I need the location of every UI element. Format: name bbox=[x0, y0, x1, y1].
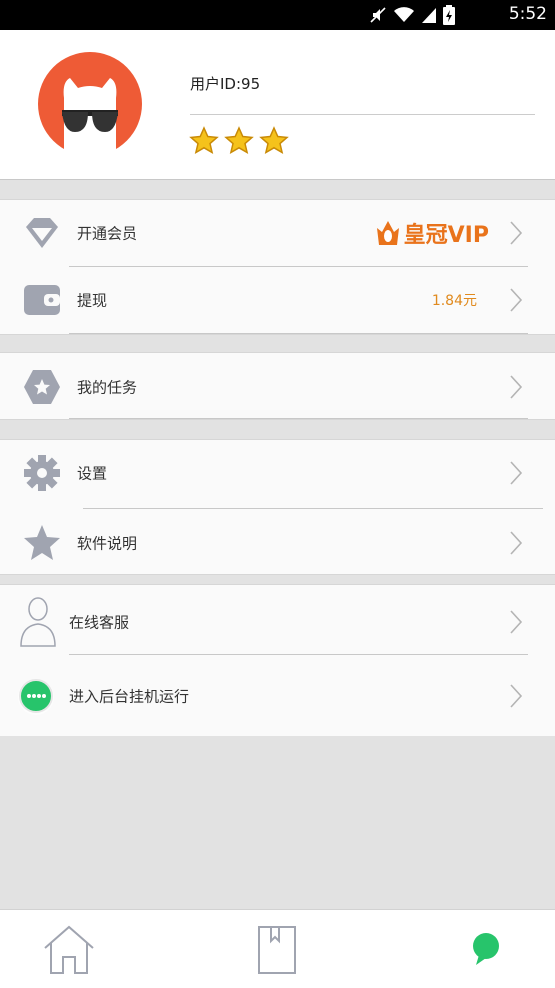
menu-group-tasks: 我的任务 bbox=[0, 352, 555, 420]
menu-item-label: 开通会员 bbox=[77, 224, 138, 243]
star-icon bbox=[259, 126, 289, 155]
tab-bookmark[interactable] bbox=[222, 910, 332, 988]
star-outline-icon bbox=[22, 523, 62, 563]
menu-item-label: 提现 bbox=[77, 291, 108, 310]
balance-value: 1.84元 bbox=[431, 293, 477, 309]
divider bbox=[83, 508, 543, 509]
chevron-right-icon bbox=[510, 288, 523, 312]
menu-group-account: 开通会员 皇冠VIP 提现 1.84元 bbox=[0, 199, 555, 335]
person-icon bbox=[18, 597, 58, 647]
mute-icon bbox=[370, 7, 386, 23]
divider bbox=[69, 418, 528, 419]
clock: 5:52 bbox=[508, 4, 547, 24]
menu-item-label: 我的任务 bbox=[77, 378, 138, 397]
chevron-right-icon bbox=[510, 684, 523, 708]
menu-item-label: 进入后台挂机运行 bbox=[69, 687, 190, 706]
bottom-navigation bbox=[0, 909, 555, 988]
divider bbox=[69, 654, 528, 655]
menu-item-support[interactable]: 在线客服 bbox=[0, 589, 555, 655]
tab-chat[interactable] bbox=[431, 910, 541, 988]
status-bar: 5:52 bbox=[0, 0, 555, 30]
menu-group-service: 在线客服 进入后台挂机运行 bbox=[0, 584, 555, 736]
gear-icon bbox=[22, 453, 62, 493]
star-rating bbox=[189, 126, 289, 156]
chevron-right-icon bbox=[510, 221, 523, 245]
menu-group-settings: 设置 软件说明 bbox=[0, 439, 555, 575]
status-icons bbox=[369, 5, 455, 25]
chevron-right-icon bbox=[510, 610, 523, 634]
menu-item-settings[interactable]: 设置 bbox=[0, 440, 555, 506]
vip-badge: 皇冠VIP bbox=[375, 217, 489, 249]
wifi-icon bbox=[394, 7, 414, 22]
menu-item-label: 软件说明 bbox=[77, 534, 138, 553]
chat-bubble-icon bbox=[473, 932, 499, 965]
chevron-right-icon bbox=[510, 375, 523, 399]
star-icon bbox=[224, 126, 254, 155]
star-icon bbox=[189, 126, 219, 155]
menu-item-vip[interactable]: 开通会员 皇冠VIP bbox=[0, 200, 555, 266]
bookmark-icon bbox=[258, 925, 296, 974]
avatar[interactable] bbox=[38, 52, 142, 156]
wallet-icon bbox=[22, 280, 62, 320]
chevron-right-icon bbox=[510, 531, 523, 555]
menu-item-manual[interactable]: 软件说明 bbox=[0, 510, 555, 576]
chevron-right-icon bbox=[510, 461, 523, 485]
more-dots-icon bbox=[16, 676, 56, 716]
battery-icon bbox=[443, 5, 455, 25]
signal-icon bbox=[422, 8, 436, 23]
menu-item-withdraw[interactable]: 提现 1.84元 bbox=[0, 267, 555, 333]
divider bbox=[69, 333, 528, 334]
menu-item-label: 设置 bbox=[77, 464, 108, 483]
user-id: 用户ID:95 bbox=[190, 75, 261, 93]
menu-item-label: 在线客服 bbox=[69, 613, 130, 632]
diamond-icon bbox=[22, 213, 62, 253]
task-badge-icon bbox=[22, 367, 62, 407]
profile-header: 用户ID:95 bbox=[0, 30, 555, 180]
crown-icon bbox=[376, 221, 399, 245]
menu-item-tasks[interactable]: 我的任务 bbox=[0, 354, 555, 420]
tab-home[interactable] bbox=[14, 910, 124, 988]
home-icon bbox=[44, 925, 94, 974]
menu-item-background-run[interactable]: 进入后台挂机运行 bbox=[0, 663, 555, 729]
profile-divider bbox=[190, 114, 535, 115]
